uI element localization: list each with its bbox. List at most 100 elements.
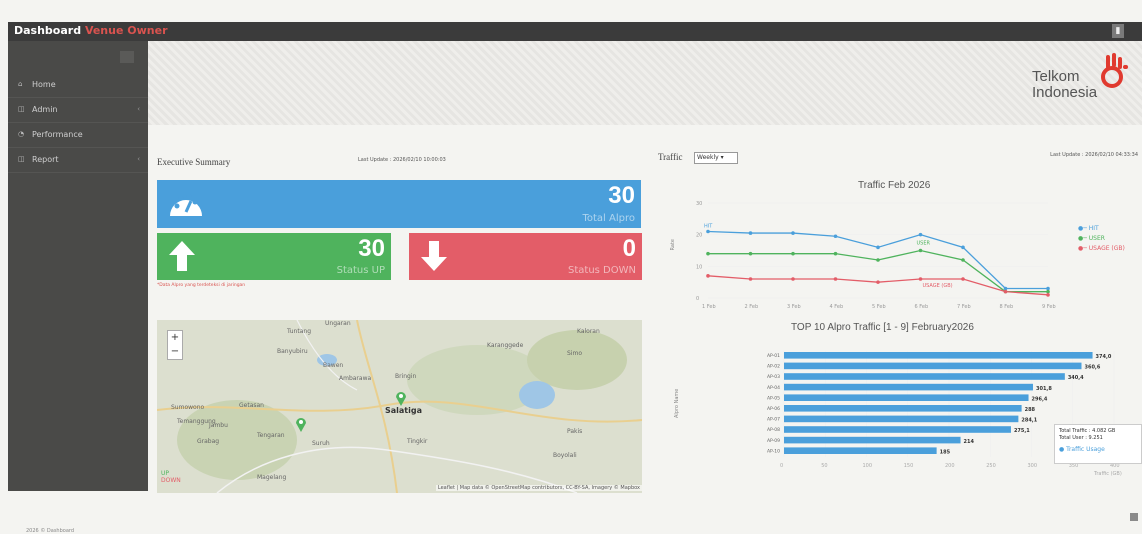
data-point [961, 277, 965, 281]
status-up-tile[interactable]: 30 Status UP [157, 233, 391, 280]
zoom-out-button[interactable]: − [168, 345, 182, 359]
y-axis-label: Rate [670, 239, 676, 250]
performance-icon: ◔ [18, 130, 25, 138]
x-tick-label: 2 Feb [745, 304, 759, 310]
traffic-label: Traffic [658, 152, 683, 162]
legend-hit[interactable]: ●─ HIT [1078, 225, 1099, 232]
traffic-line-chart: Rate 0 10 20 30 1 Feb 2 Feb 3 Feb 4 Feb 5 Feb 6 Fe… [670, 201, 1056, 310]
map-place-label: Karanggede [487, 342, 524, 349]
bar-value-label: 288 [1025, 407, 1036, 413]
category-label: AP-07 [767, 417, 780, 423]
category-label: AP-08 [767, 427, 780, 433]
data-point [748, 277, 753, 281]
bar [784, 352, 1093, 359]
chevron-right-icon: ‹ [137, 155, 140, 163]
x-tick-label: 6 Feb [915, 304, 929, 310]
sidebar-item-label: Report [32, 155, 59, 164]
home-icon: ⌂ [18, 80, 23, 88]
total-alpro-label: Total Alpro [582, 213, 635, 224]
y-tick-label: 30 [696, 201, 702, 207]
data-point [918, 248, 923, 253]
total-alpro-value: 30 [608, 182, 635, 209]
bar-value-label: 374,0 [1096, 354, 1112, 360]
x-tick-label: 200 [945, 463, 955, 469]
annotation-user: USER [917, 241, 931, 247]
y-tick-label: 0 [696, 296, 699, 302]
map-place-label: Boyolali [553, 452, 577, 459]
map-attribution[interactable]: Leaflet | Map data © OpenStreetMap contr… [435, 485, 642, 491]
data-point [1046, 293, 1050, 297]
sidebar-item-performance[interactable]: ◔ Performance [8, 123, 148, 148]
alpro-note: *Data Alpro yang terdeteksi di jaringan [157, 283, 246, 288]
bar [784, 362, 1082, 370]
x-tick-label: 5 Feb [872, 304, 886, 310]
data-point [961, 258, 965, 262]
sidebar-toggle-icon[interactable] [120, 51, 134, 63]
category-label: AP-03 [767, 374, 780, 380]
sidebar-item-label: Performance [32, 130, 83, 139]
zoom-in-button[interactable]: + [168, 331, 182, 345]
status-down-label: Status DOWN [568, 265, 636, 276]
traffic-chart-title: Traffic Feb 2026 [858, 180, 931, 191]
map-marker-icon[interactable] [395, 390, 407, 406]
map-place-label: Magelang [257, 474, 287, 481]
map-place-label: Kaloran [577, 328, 600, 335]
x-tick-label: 3 Feb [787, 304, 801, 310]
category-label: AP-01 [767, 353, 780, 359]
bar-value-label: 360,6 [1084, 365, 1100, 371]
data-point [1003, 286, 1008, 291]
data-point [961, 245, 965, 250]
data-point [706, 229, 710, 234]
x-tick-label: 8 Feb [1000, 304, 1014, 310]
x-tick-label: 50 [821, 463, 827, 469]
report-icon: ◫ [18, 155, 25, 163]
legend-user[interactable]: ●─ USER [1078, 235, 1105, 242]
telkom-logo: Telkom Indonesia [1020, 53, 1136, 113]
status-up-value: 30 [358, 235, 385, 262]
y-tick-label: 10 [696, 264, 702, 270]
sidebar-item-home[interactable]: ⌂ Home [8, 73, 148, 98]
bar [784, 405, 1022, 412]
sidebar-item-report[interactable]: ◫ Report ‹ [8, 148, 148, 173]
legend-usage[interactable]: ●─ USAGE (GB) [1078, 245, 1125, 252]
user-menu-icon[interactable]: ▮ [1112, 24, 1124, 38]
data-point [876, 258, 880, 262]
bar [784, 373, 1065, 380]
data-point [791, 251, 795, 256]
x-tick-label: 7 Feb [957, 304, 971, 310]
map-layer-legend: UP DOWN [161, 470, 181, 484]
map-place-label: Sumowono [171, 404, 205, 411]
map-marker-icon[interactable] [295, 416, 307, 432]
layer-down-label: DOWN [161, 477, 181, 484]
category-label: AP-04 [767, 385, 780, 391]
tooltip-total-user: Total User : 9.251 [1059, 435, 1103, 441]
executive-summary-title: Executive Summary [157, 157, 231, 167]
tooltip-total-traffic: Total Traffic : 4.082 GB [1059, 428, 1116, 434]
status-down-tile[interactable]: 0 Status DOWN [409, 233, 642, 280]
category-label: AP-10 [767, 448, 780, 454]
telkom-hand-icon [1101, 53, 1128, 88]
map-place-label: Getasan [239, 402, 264, 409]
chevron-down-icon: ▾ [720, 154, 724, 161]
bar-value-label: 214 [964, 439, 975, 445]
sidebar-item-label: Admin [32, 105, 58, 114]
category-label: AP-06 [767, 406, 780, 412]
logo-text-line1: Telkom [1032, 68, 1080, 85]
arrow-up-icon [169, 241, 195, 271]
total-alpro-tile[interactable]: 30 Total Alpro [157, 180, 641, 228]
scroll-top-button[interactable] [1130, 513, 1138, 521]
chevron-right-icon: ‹ [137, 105, 140, 113]
legend-traffic-usage[interactable]: ● Traffic Usage [1055, 442, 1141, 457]
status-up-label: Status UP [336, 265, 385, 276]
x-tick-label: 1 Feb [702, 304, 716, 310]
sidebar-item-admin[interactable]: ◫ Admin ‹ [8, 98, 148, 123]
category-label: AP-09 [767, 438, 780, 444]
data-point [706, 274, 710, 278]
zoom-control[interactable]: + − [167, 330, 183, 360]
bar [784, 415, 1019, 423]
map-view[interactable]: + − Ungaran Tuntang Bawen Ambarawa Bring… [157, 320, 642, 493]
traffic-period-select[interactable]: Weekly ▾ [694, 152, 738, 164]
map-city-label: Salatiga [385, 406, 422, 415]
summary-last-update: Last Update : 2026/02/10 10:00:03 [358, 157, 446, 163]
x-tick-label: 9 Feb [1042, 304, 1056, 310]
